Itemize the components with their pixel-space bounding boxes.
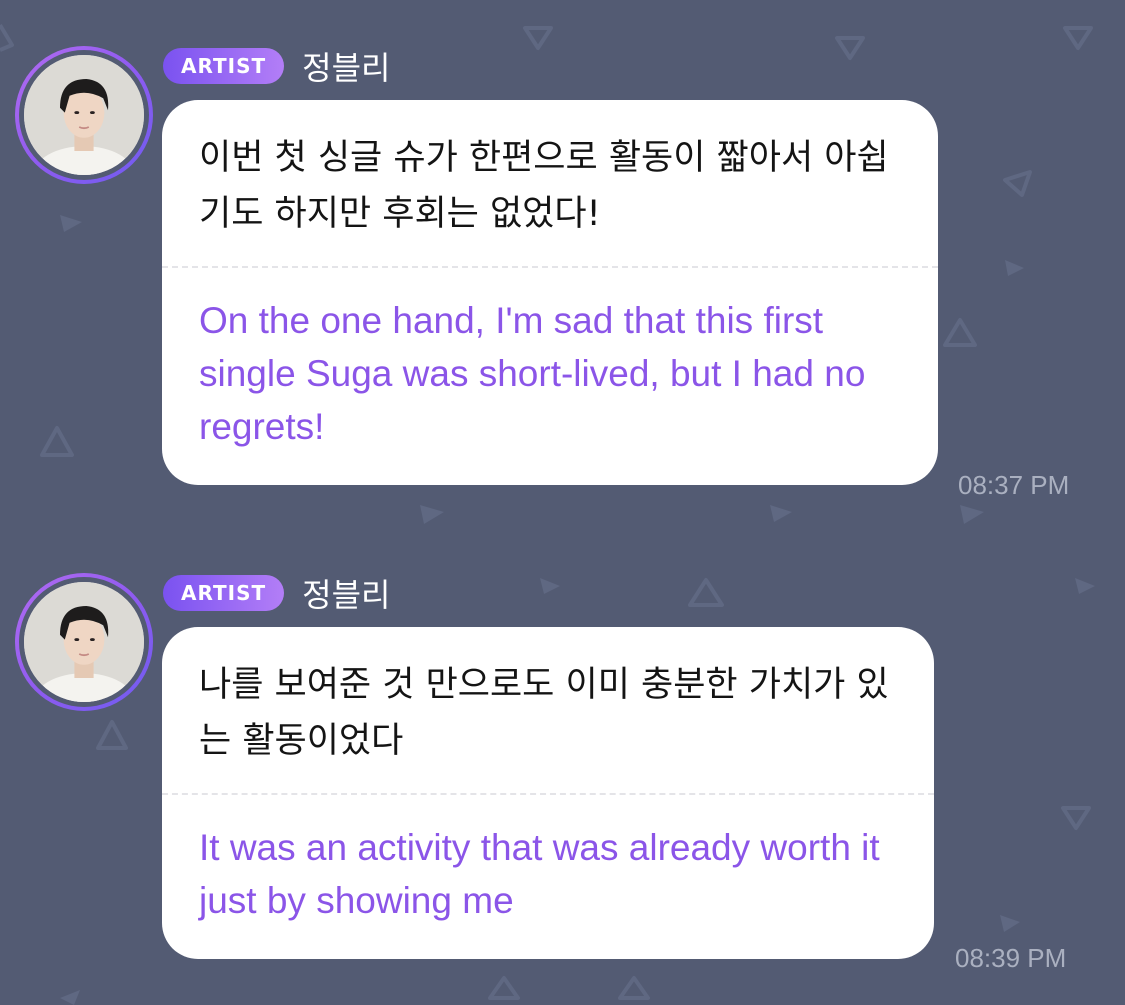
timestamp: 08:39 PM xyxy=(955,943,1067,973)
profile-photo-icon xyxy=(24,55,144,175)
original-text: 나를 보여준 것 만으로도 이미 충분한 가치가 있는 활동이었다 xyxy=(199,665,889,761)
sender-name[interactable]: 정블리 xyxy=(302,43,390,89)
avatar[interactable] xyxy=(15,46,153,184)
message-bubble[interactable]: 나를 보여준 것 만으로도 이미 충분한 가치가 있는 활동이었다 It was… xyxy=(162,627,934,959)
translation-text: It was an activity that was already wort… xyxy=(199,827,880,921)
artist-badge: ARTIST xyxy=(163,48,285,84)
message-header: ARTIST 정블리 xyxy=(163,43,390,89)
profile-photo-icon xyxy=(24,582,144,702)
message-bubble[interactable]: 이번 첫 싱글 슈가 한편으로 활동이 짧아서 아쉽기도 하지만 후회는 없었다… xyxy=(162,100,938,485)
message-header: ARTIST 정블리 xyxy=(163,570,390,616)
translation-text: On the one hand, I'm sad that this first… xyxy=(199,300,866,447)
original-text: 이번 첫 싱글 슈가 한편으로 활동이 짧아서 아쉽기도 하지만 후회는 없었다… xyxy=(199,138,889,234)
artist-badge: ARTIST xyxy=(163,575,285,611)
sender-name[interactable]: 정블리 xyxy=(302,570,390,616)
timestamp: 08:37 PM xyxy=(958,470,1070,500)
avatar[interactable] xyxy=(15,573,153,711)
